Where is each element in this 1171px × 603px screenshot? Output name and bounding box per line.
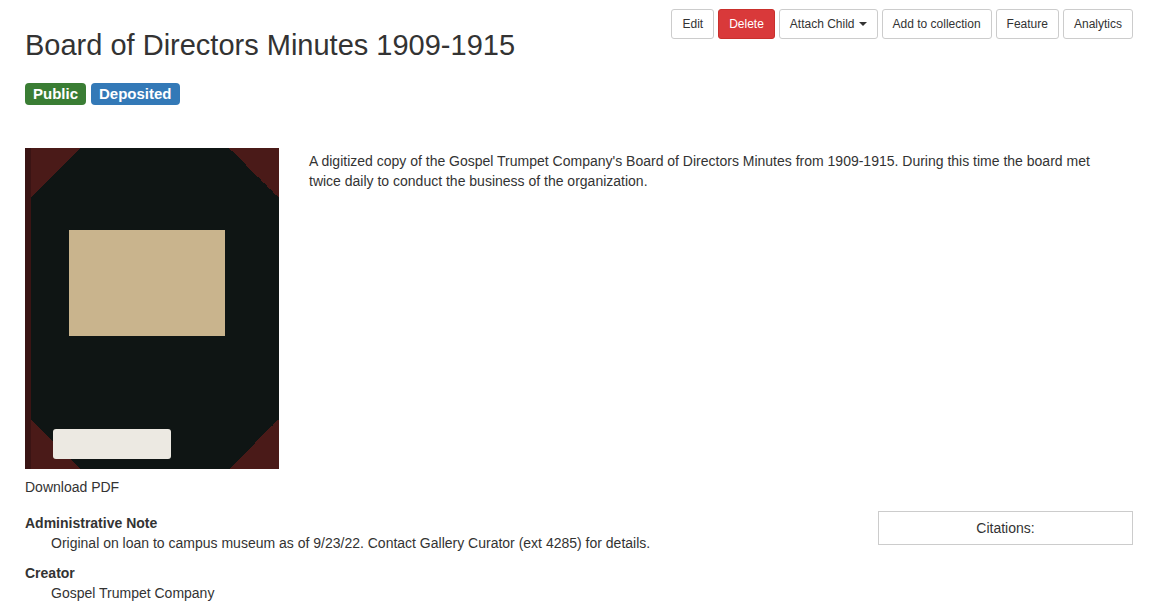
description: A digitized copy of the Gospel Trumpet C… [309,151,1119,497]
metadata-field: Creator Gospel Trumpet Company [25,563,650,603]
citations-box: Citations: [878,511,1133,545]
field-label: Administrative Note [25,513,650,533]
toolbar-button[interactable]: Analytics [1063,9,1133,39]
toolbar-button[interactable]: Attach Child [779,9,878,39]
cover-photo[interactable] [25,148,279,469]
toolbar-button[interactable]: Feature [996,9,1059,39]
thumbnail-column: Download PDF [25,148,279,497]
metadata-field: Administrative Note Original on loan to … [25,513,650,553]
item-title: Board of Directors Minutes 1909-1915 [25,29,515,62]
metadata-section: Administrative Note Original on loan to … [25,513,1133,603]
field-value: Original on loan to campus museum as of … [51,533,650,553]
field-label: Creator [25,563,650,583]
caret-icon [859,22,867,26]
toolbar: Edit Delete Attach Child Add to collecti… [671,9,1133,39]
status-badge: Public [25,83,86,105]
header: Board of Directors Minutes 1909-1915 Edi… [25,9,1133,62]
status-badge: Deposited [91,83,180,105]
toolbar-button[interactable]: Delete [718,9,775,39]
toolbar-button[interactable]: Add to collection [882,9,992,39]
item-body: Download PDF A digitized copy of the Gos… [25,148,1133,497]
item-page: Board of Directors Minutes 1909-1915 Edi… [0,0,1171,603]
field-value: Gospel Trumpet Company [51,583,650,603]
field-list: Administrative Note Original on loan to … [25,513,650,603]
badge-row: PublicDeposited [25,83,1133,105]
toolbar-button[interactable]: Edit [671,9,714,39]
download-link[interactable]: Download PDF [25,477,279,497]
